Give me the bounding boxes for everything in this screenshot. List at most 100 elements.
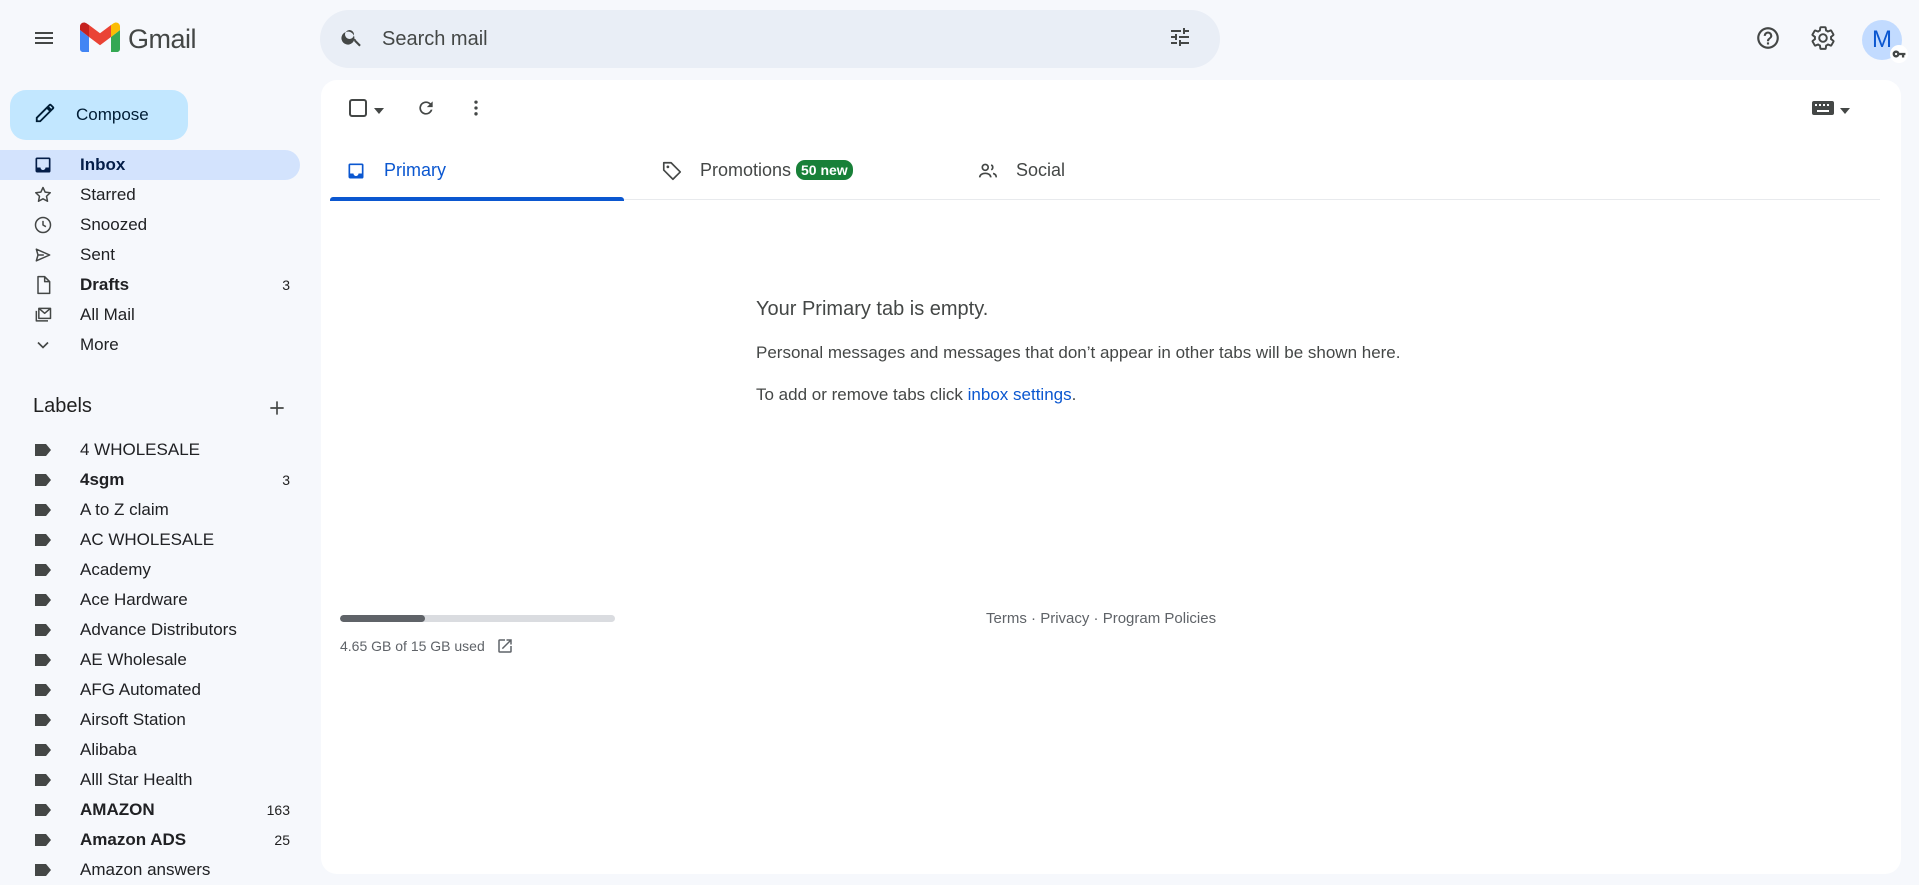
sidebar-label-item[interactable]: AE Wholesale [0, 645, 300, 675]
storage-text: 4.65 GB of 15 GB used [340, 638, 485, 654]
sidebar-item-starred[interactable]: Starred [0, 180, 300, 210]
sidebar-label-item[interactable]: Alibaba [0, 735, 300, 765]
main-menu-button[interactable] [24, 20, 64, 60]
privacy-link[interactable]: Privacy [1040, 610, 1089, 627]
compose-label: Compose [76, 105, 149, 124]
label-icon [33, 830, 53, 850]
keyboard-icon [1812, 100, 1834, 120]
tune-icon [1168, 25, 1192, 54]
sidebar-item-label: AMAZON [80, 800, 155, 819]
label-icon [33, 770, 53, 790]
sidebar-label-item[interactable]: Academy [0, 555, 300, 585]
sidebar-item-label: Sent [80, 245, 115, 264]
hint-suffix: . [1071, 385, 1077, 404]
top-bar: Gmail M [0, 0, 1919, 80]
label-icon [33, 470, 53, 490]
sidebar-item-label: Snoozed [80, 215, 148, 234]
refresh-button[interactable] [406, 90, 446, 130]
gmail-logo[interactable]: Gmail [80, 22, 197, 57]
tab-primary[interactable]: Primary [330, 142, 624, 201]
program-policies-link[interactable]: Program Policies [1103, 610, 1216, 627]
storage-line: 4.65 GB of 15 GB used [340, 636, 615, 656]
label-icon [33, 560, 53, 580]
empty-state-description: Personal messages and messages that don’… [756, 343, 1401, 362]
settings-button[interactable] [1801, 18, 1845, 62]
label-icon [33, 680, 53, 700]
sidebar-item-count: 25 [274, 832, 290, 848]
labels-title: Labels [33, 395, 92, 417]
sidebar-item-drafts[interactable]: Drafts 3 [0, 270, 300, 300]
all-mail-icon [33, 305, 53, 325]
sidebar-label-item[interactable]: Ace Hardware [0, 585, 300, 615]
chevron-down-icon [33, 335, 53, 355]
sidebar-item-label: Starred [80, 185, 136, 204]
tab-label: Promotions [700, 160, 792, 180]
sidebar-label-item[interactable]: Amazon ADS 25 [0, 825, 300, 855]
sidebar-item-sent[interactable]: Sent [0, 240, 300, 270]
tab-label: Primary [384, 160, 446, 180]
search-input[interactable] [380, 26, 1158, 52]
sidebar-label-item[interactable]: 4 WHOLESALE [0, 435, 300, 465]
star-icon [33, 185, 53, 205]
sidebar-item-snoozed[interactable]: Snoozed [0, 210, 300, 240]
sidebar-item-label: Inbox [80, 155, 126, 174]
send-icon [33, 245, 53, 265]
sidebar-label-item[interactable]: A to Z claim [0, 495, 300, 525]
key-icon [1890, 45, 1908, 63]
compose-button[interactable]: Compose [10, 90, 188, 140]
sidebar-item-label: AC WHOLESALE [80, 530, 215, 549]
label-icon [33, 530, 53, 550]
search-button[interactable] [330, 17, 374, 61]
people-icon [976, 159, 1000, 183]
sidebar-label-item[interactable]: Airsoft Station [0, 705, 300, 735]
sidebar-nav: Inbox Starred Snoozed Sent Drafts 3 All … [0, 150, 300, 360]
caret-down-icon [1840, 101, 1850, 119]
search-options-button[interactable] [1158, 17, 1202, 61]
support-button[interactable] [1746, 18, 1790, 62]
sidebar-item-inbox[interactable]: Inbox [0, 150, 300, 180]
sidebar-item-label: Advance Distributors [80, 620, 237, 639]
sidebar-item-all-mail[interactable]: All Mail [0, 300, 300, 330]
sidebar-label-item[interactable]: AC WHOLESALE [0, 525, 300, 555]
sidebar-label-item[interactable]: Amazon answers [0, 855, 300, 885]
sidebar-item-label: AE Wholesale [80, 650, 187, 669]
sidebar-item-more[interactable]: More [0, 330, 300, 360]
label-icon [33, 500, 53, 520]
more-actions-button[interactable] [456, 90, 496, 130]
plus-icon [267, 398, 287, 423]
label-icon [33, 740, 53, 760]
sidebar-item-label: Airsoft Station [80, 710, 186, 729]
terms-link[interactable]: Terms [986, 610, 1027, 627]
footer-separator: · [1026, 610, 1041, 627]
category-tabs: Primary Promotions 50 new Social [330, 142, 1880, 201]
create-label-button[interactable] [262, 395, 292, 425]
account-avatar[interactable]: M [1862, 20, 1908, 63]
sidebar-label-item[interactable]: 4sgm 3 [0, 465, 300, 495]
storage-usage: 4.65 GB of 15 GB used [340, 615, 615, 656]
open-in-new-icon[interactable] [495, 636, 515, 656]
pencil-icon [10, 102, 56, 129]
input-tools-button[interactable] [1806, 90, 1856, 130]
sidebar-label-item[interactable]: Alll Star Health [0, 765, 300, 795]
footer-links: Terms · Privacy · Program Policies [986, 610, 1216, 627]
tab-promotions[interactable]: Promotions 50 new [646, 142, 940, 200]
sidebar-label-item[interactable]: AMAZON 163 [0, 795, 300, 825]
hint-prefix: To add or remove tabs click [756, 385, 968, 404]
inbox-icon [33, 155, 53, 175]
inbox-tab-icon [344, 159, 368, 183]
label-icon [33, 710, 53, 730]
gear-icon [1810, 25, 1836, 56]
sidebar-label-item[interactable]: AFG Automated [0, 675, 300, 705]
sidebar-item-label: All Mail [80, 305, 135, 324]
sidebar-label-item[interactable]: Advance Distributors [0, 615, 300, 645]
sidebar-item-label: Alll Star Health [80, 770, 193, 789]
draft-icon [33, 275, 53, 295]
label-icon [33, 800, 53, 820]
tab-social[interactable]: Social [962, 142, 1256, 200]
empty-state-title: Your Primary tab is empty. [756, 298, 989, 320]
sidebar-item-label: More [80, 335, 119, 354]
sidebar-item-count: 3 [282, 472, 290, 488]
avatar-letter: M [1872, 26, 1892, 53]
select-checkbox-dropdown[interactable] [341, 90, 391, 130]
inbox-settings-link[interactable]: inbox settings [968, 385, 1072, 404]
